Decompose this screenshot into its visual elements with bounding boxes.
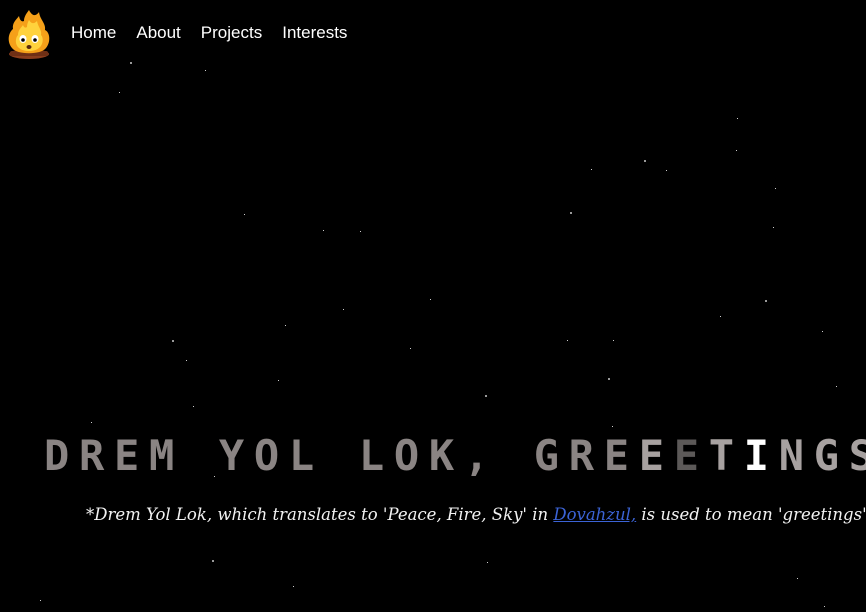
star [775,188,776,189]
nav-interests-link[interactable]: Interests [282,22,347,44]
tagline-after: is used to mean 'greetings' [636,505,866,524]
star [822,331,823,332]
top-navigation: Home About Projects Interests [0,0,866,66]
nav-links: Home About Projects Interests [71,22,347,44]
star [410,348,411,349]
star [836,386,837,387]
flame-character-icon[interactable] [6,8,52,60]
star [343,309,344,310]
star [591,169,592,170]
star [487,562,488,563]
star [765,300,767,302]
star [644,160,646,162]
hero-tagline: *Drem Yol Lok, which translates to 'Peac… [86,503,866,527]
hero-title-highlight: I [743,431,779,480]
star [608,378,610,380]
star [773,227,774,228]
nav-projects-link[interactable]: Projects [201,22,262,44]
star [278,380,279,381]
star [737,118,738,119]
star [824,606,825,607]
star [285,325,286,326]
star [244,214,245,215]
star [186,360,187,361]
star [567,340,568,341]
star [212,560,214,562]
hero-title-fade-3: T [708,431,744,480]
star [797,578,798,579]
hero-title: DREM YOL LOK, GREEETINGS [44,430,866,482]
hero-title-tail: NGS [778,431,866,480]
star [205,70,206,71]
nav-about-link[interactable]: About [136,22,180,44]
dovahzul-link[interactable]: Dovahzul, [553,505,636,524]
star [91,422,92,423]
hero-title-fade-1: E [638,431,674,480]
tagline-before: *Drem Yol Lok, which translates to 'Peac… [86,505,554,524]
star [612,426,613,427]
star [485,395,487,397]
star [736,150,737,151]
star [570,212,572,214]
star [172,340,174,342]
nav-home-link[interactable]: Home [71,22,116,44]
star [323,230,324,231]
hero-title-main: DREM YOL LOK, GRE [44,431,639,480]
star [119,92,120,93]
star [193,406,194,407]
star [40,600,41,601]
star [613,340,614,341]
star [720,316,721,317]
star [430,299,431,300]
star [666,170,667,171]
hero-title-fade-2: E [673,431,709,480]
star [293,586,294,587]
star [360,231,361,232]
